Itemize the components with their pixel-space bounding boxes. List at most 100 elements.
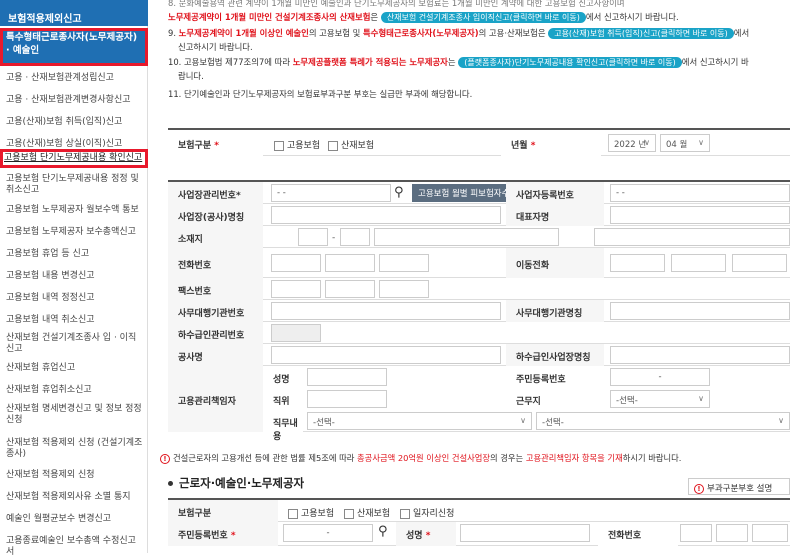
duty-select-2[interactable]: -선택- bbox=[536, 412, 790, 430]
row-sub-no: 하수급인관리번호 bbox=[168, 322, 790, 344]
sidebar-item[interactable]: 산재보험 적용제외 신청 (건설기계조종사) bbox=[6, 438, 144, 460]
worker-checkbox-daily[interactable]: 일자리신청 bbox=[400, 506, 454, 519]
row-address: 소재지 - bbox=[168, 226, 790, 248]
checkbox-icon[interactable] bbox=[400, 508, 410, 519]
phone3-input[interactable] bbox=[379, 254, 429, 272]
note-8: 노무제공계약이 1개월 미만인 건설기계조종사의 산재보험은 산재보험 건설기계… bbox=[168, 12, 679, 23]
address-input[interactable] bbox=[374, 228, 559, 246]
sidebar-item-special-workers[interactable]: 특수형태근로종사자(노무제공자) · 예술인 bbox=[0, 28, 148, 66]
workplace-select[interactable]: -선택- bbox=[610, 390, 710, 408]
sidebar-item[interactable]: 예술인 월평균보수 변경신고 bbox=[6, 514, 144, 525]
sidebar-item[interactable]: 산재보험 휴업취소신고 bbox=[6, 385, 144, 396]
label-rrn: 주민등록번호 bbox=[506, 366, 604, 388]
project-input[interactable] bbox=[271, 346, 501, 364]
sidebar-item[interactable]: 고용 · 산재보험관계성립신고 bbox=[6, 73, 144, 84]
label-phone: 전화번호 bbox=[168, 248, 263, 278]
year-select[interactable]: 2022 년 bbox=[608, 134, 656, 152]
checkbox-industrial[interactable]: 산재보험 bbox=[328, 138, 374, 151]
manager-position-input[interactable] bbox=[307, 390, 387, 408]
sidebar-item[interactable]: 고용보험 노무제공자 월보수액 통보 bbox=[6, 205, 144, 216]
note-10: 10. 고용보험법 제77조의7에 따라 노무제공플랫폼 특례가 적용되는 노무… bbox=[168, 57, 749, 68]
worker-phone3-input[interactable] bbox=[752, 524, 788, 542]
sidebar-item[interactable]: 고용보험 내역 정정신고 bbox=[6, 293, 144, 304]
worker-phone2-input[interactable] bbox=[716, 524, 748, 542]
sidebar-item[interactable]: 고용(산재)보험 상실(이직)신고 bbox=[6, 139, 144, 150]
worker-checkbox-industrial[interactable]: 산재보험 bbox=[344, 506, 390, 519]
mobile2-input[interactable] bbox=[671, 254, 726, 272]
worker-phone1-input[interactable] bbox=[680, 524, 712, 542]
mobile1-input[interactable] bbox=[610, 254, 665, 272]
sidebar-item[interactable]: 고용보험 내용 변경신고 bbox=[6, 271, 144, 282]
phone2-input[interactable] bbox=[325, 254, 375, 272]
worker-checkbox-employment[interactable]: 고용보험 bbox=[288, 506, 334, 519]
sidebar-item[interactable]: 고용보험 휴업 등 신고 bbox=[6, 249, 144, 260]
site-name-input[interactable] bbox=[271, 206, 501, 224]
month-select[interactable]: 04 월 bbox=[660, 134, 710, 152]
sidebar-item[interactable]: 고용(산재)보험 취득(입직)신고 bbox=[6, 117, 144, 128]
sidebar-item[interactable]: 산재보험 적용제외 신청 bbox=[6, 470, 144, 481]
row-fax: 팩스번호 bbox=[168, 278, 790, 300]
label-rep: 대표자명 bbox=[506, 204, 604, 226]
label-worker-phone: 전화번호 bbox=[598, 522, 678, 546]
sidebar-item[interactable]: 고용종료예술인 보수총액 수정신고서 bbox=[6, 536, 144, 558]
rep-input[interactable] bbox=[610, 206, 790, 224]
label-project: 공사명 bbox=[168, 344, 263, 366]
address-detail-input[interactable] bbox=[594, 228, 790, 246]
fax3-input[interactable] bbox=[379, 280, 429, 298]
label-year-month: 년월 * bbox=[501, 130, 601, 156]
bullet-icon bbox=[168, 481, 173, 486]
checkbox-icon[interactable] bbox=[344, 508, 354, 519]
zip1-input[interactable] bbox=[298, 228, 328, 246]
label-sub-reg: 하수급인사업장명칭 bbox=[506, 344, 604, 366]
note-9: 9. 노무제공계약이 1개월 이상인 예술인의 고용보험 및 특수형태근로종사자… bbox=[168, 28, 750, 39]
sidebar-item[interactable]: 고용보험 노무제공자 보수총액신고 bbox=[6, 227, 144, 238]
label-worker-name: 성명 * bbox=[396, 522, 456, 546]
manager-rrn-input[interactable]: - bbox=[610, 368, 710, 386]
mgmt-no-input[interactable]: - - bbox=[271, 184, 391, 202]
note-10-line2: 랍니다. bbox=[178, 71, 204, 81]
label-biz-reg: 사업자등록번호 bbox=[506, 182, 604, 204]
link-acquisition-report[interactable]: 고용(산재)보험 취득(입직)신고(클릭하면 바로 이동) bbox=[548, 28, 734, 39]
label-insurance-type: 보험구분 * bbox=[168, 130, 263, 156]
label-agency-name: 사무대행기관명칭 bbox=[506, 300, 604, 322]
worker-name-input[interactable] bbox=[460, 524, 590, 542]
sidebar-item[interactable]: 고용보험 내역 취소신고 bbox=[6, 315, 144, 326]
link-construction-machine[interactable]: 산재보험 건설기계조종사 입이직신고(클릭하면 바로 이동) bbox=[380, 12, 586, 23]
zip-dash: - bbox=[332, 233, 336, 243]
sidebar-item[interactable]: 산재보험 명세변경신고 및 정보 정정신청 bbox=[6, 404, 144, 426]
sub-reg-input[interactable] bbox=[610, 346, 790, 364]
sidebar-header[interactable]: 보험적용제외신고 bbox=[0, 0, 148, 26]
biz-reg-input[interactable]: - - bbox=[610, 184, 790, 202]
sidebar-item-short-term-confirm[interactable]: 고용보험 단기노무제공내용 확인신고 bbox=[0, 149, 148, 168]
link-platform-short-term[interactable]: (플랫폼종사자)단기노무제공내용 확인신고(클릭하면 바로 이동) bbox=[458, 57, 682, 68]
sidebar-item[interactable]: 고용보험 단기노무제공내용 정정 및 취소신고 bbox=[6, 174, 144, 196]
label-mobile: 이동전화 bbox=[506, 248, 604, 278]
duty-select-1[interactable]: -선택- bbox=[307, 412, 532, 430]
search-icon[interactable]: ⚲ bbox=[378, 524, 388, 539]
search-icon[interactable]: ⚲ bbox=[394, 185, 404, 200]
agency-name-input[interactable] bbox=[610, 302, 790, 320]
sidebar-item[interactable]: 산재보험 건설기계조종사 입 · 이직신고 bbox=[6, 333, 144, 355]
sub-no-input[interactable] bbox=[271, 324, 321, 342]
checkbox-icon[interactable] bbox=[274, 140, 284, 151]
fax1-input[interactable] bbox=[271, 280, 321, 298]
sidebar-item[interactable]: 고용 · 산재보험관계변경사항신고 bbox=[6, 95, 144, 106]
checkbox-employment[interactable]: 고용보험 bbox=[274, 138, 320, 151]
note-11: 11. 단기예술인과 단기노무제공자의 보험료부과구분 부호는 실급만 부과에 … bbox=[168, 89, 473, 99]
worker-rrn-input[interactable]: - bbox=[283, 524, 373, 542]
help-button[interactable]: ! 부과구분부호 설명 bbox=[688, 478, 790, 495]
checkbox-icon[interactable] bbox=[288, 508, 298, 519]
zip2-input[interactable] bbox=[340, 228, 370, 246]
row-site-name: 사업장(공사)명칭 대표자명 bbox=[168, 204, 790, 226]
sidebar-item[interactable]: 산재보험 휴업신고 bbox=[6, 363, 144, 374]
monthly-insured-button[interactable]: 고용보험 월별 피보험자수 bbox=[412, 184, 516, 202]
manager-name-input[interactable] bbox=[307, 368, 387, 386]
mobile3-input[interactable] bbox=[732, 254, 787, 272]
row-mgmt-no: 사업장관리번호* - - ⚲ 고용보험 월별 피보험자수 사업자등록번호 - - bbox=[168, 182, 790, 204]
phone1-input[interactable] bbox=[271, 254, 321, 272]
row-worker-insurance: 보험구분 고용보험 산재보험 일자리신청 bbox=[168, 500, 790, 522]
sidebar-item[interactable]: 산재보험 적용제외사유 소멸 통지 bbox=[6, 492, 144, 503]
agency-no-input[interactable] bbox=[271, 302, 501, 320]
checkbox-icon[interactable] bbox=[328, 140, 338, 151]
fax2-input[interactable] bbox=[325, 280, 375, 298]
